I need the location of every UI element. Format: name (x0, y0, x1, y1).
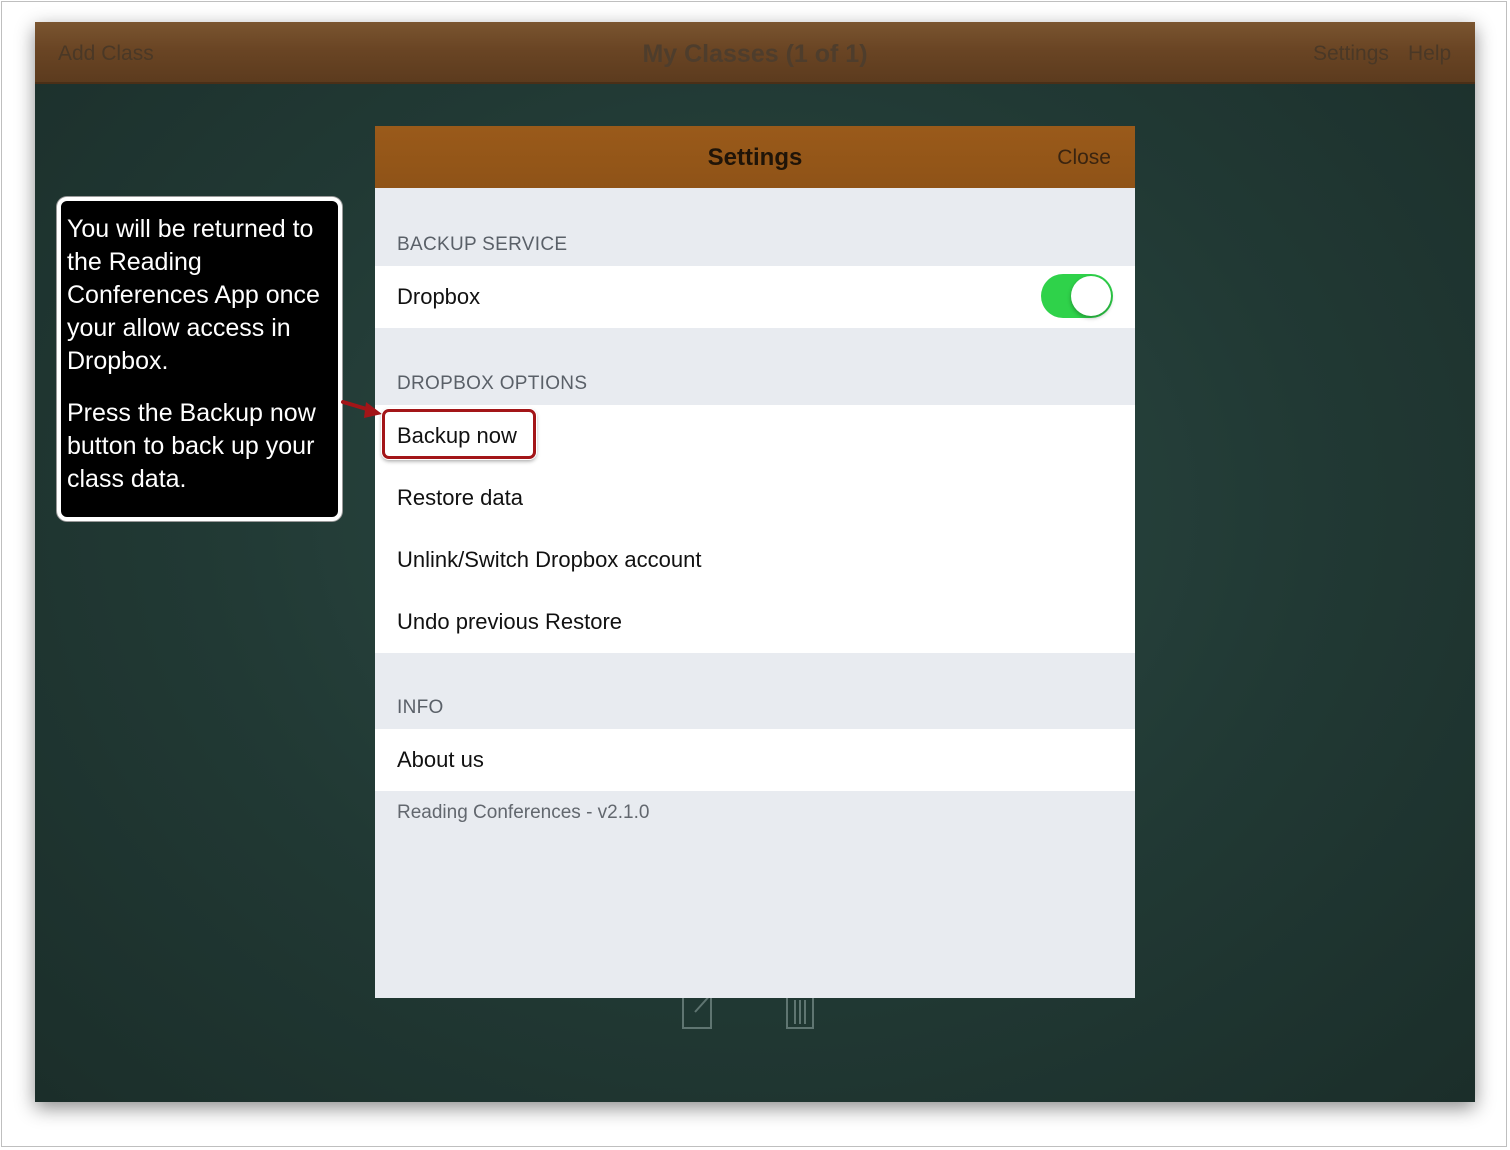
unlink-switch-account-item[interactable]: Unlink/Switch Dropbox account (375, 529, 1135, 591)
callout-paragraph-2: Press the Backup now button to back up y… (67, 399, 316, 493)
backup-service-group: Dropbox (375, 266, 1135, 328)
modal-header: Settings Close (375, 126, 1135, 188)
page-title: My Classes (1 of 1) (642, 40, 868, 68)
section-header-backup-service: BACKUP SERVICE (397, 234, 568, 255)
callout-paragraph-1: You will be returned to the Reading Conf… (67, 215, 320, 375)
section-header-info: INFO (397, 697, 444, 718)
backup-now-highlight (382, 409, 536, 459)
dropbox-row: Dropbox (375, 266, 1135, 328)
dropbox-toggle[interactable] (1041, 274, 1113, 318)
arrow-icon (340, 394, 386, 429)
info-group: About us (375, 729, 1135, 791)
add-class-button[interactable]: Add Class (58, 22, 154, 82)
unlink-switch-label: Unlink/Switch Dropbox account (397, 547, 702, 572)
app-screen: My Classes (1 of 1) Add Class Settings H… (35, 22, 1475, 1102)
toggle-knob (1071, 276, 1111, 316)
settings-button[interactable]: Settings (1313, 22, 1389, 82)
about-us-label: About us (397, 747, 484, 772)
undo-restore-item[interactable]: Undo previous Restore (375, 591, 1135, 653)
restore-data-label: Restore data (397, 485, 523, 510)
dropbox-label: Dropbox (397, 284, 481, 309)
instruction-callout: You will be returned to the Reading Conf… (57, 197, 342, 521)
undo-restore-label: Undo previous Restore (397, 609, 623, 634)
about-us-item[interactable]: About us (375, 729, 1135, 791)
close-button[interactable]: Close (1057, 126, 1111, 188)
section-header-dropbox-options: DROPBOX OPTIONS (397, 373, 588, 394)
version-text: Reading Conferences - v2.1.0 (397, 802, 650, 823)
modal-title: Settings (707, 144, 803, 171)
settings-modal: Settings Close BACKUP SERVICE Dropbox DR… (375, 126, 1135, 998)
help-button[interactable]: Help (1408, 22, 1451, 82)
top-navigation-bar: My Classes (1 of 1) Add Class Settings H… (35, 22, 1475, 84)
restore-data-item[interactable]: Restore data (375, 467, 1135, 529)
